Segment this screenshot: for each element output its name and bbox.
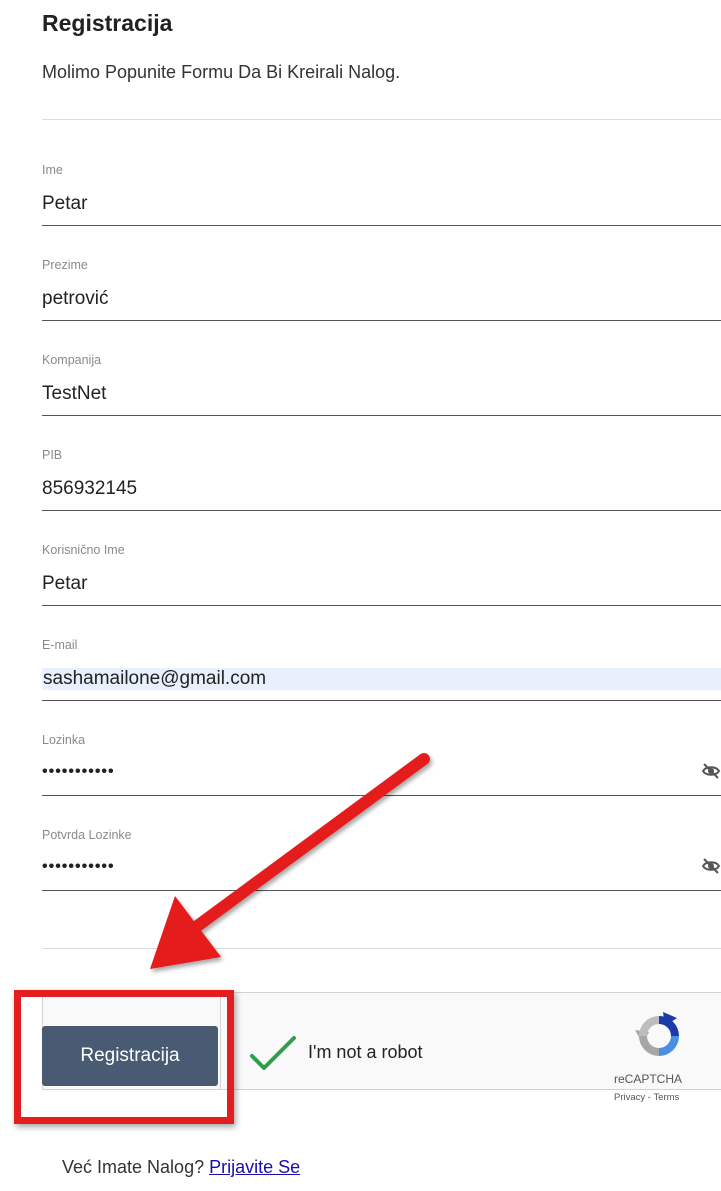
username-underline [42, 605, 721, 606]
password-input[interactable]: ••••••••••• [42, 763, 115, 781]
first-name-label: Ime [42, 163, 63, 177]
confirm-password-input[interactable]: ••••••••••• [42, 858, 115, 876]
login-link[interactable]: Prijavite Se [209, 1157, 300, 1177]
last-name-underline [42, 320, 721, 321]
email-underline [42, 700, 721, 701]
recaptcha-links: Privacy - Terms [614, 1092, 679, 1103]
page-subtitle: Molimo Popunite Formu Da Bi Kreirali Nal… [42, 62, 401, 82]
recaptcha-brand: reCAPTCHA [614, 1072, 683, 1086]
annotation-highlight-box [14, 990, 234, 1124]
page-title: Registracija [42, 10, 173, 36]
login-prompt: Već Imate Nalog? Prijavite Se [62, 1157, 300, 1178]
first-name-field[interactable]: Ime Petar [42, 163, 721, 241]
checkmark-icon[interactable] [248, 1034, 298, 1074]
company-underline [42, 415, 721, 416]
username-field[interactable]: Korisničnо Ime Petar [42, 543, 721, 621]
password-field[interactable]: Lozinka ••••••••••• [42, 733, 721, 811]
eye-slash-icon[interactable] [701, 856, 721, 876]
not-robot-label: I'm not a robot [308, 1042, 423, 1062]
pib-label: PIB [42, 448, 63, 462]
confirm-password-underline [42, 890, 721, 891]
password-underline [42, 795, 721, 796]
form-divider [42, 948, 721, 949]
first-name-underline [42, 225, 721, 226]
password-label: Lozinka [42, 733, 86, 747]
last-name-field[interactable]: Prezime petrović [42, 258, 721, 336]
confirm-password-field[interactable]: Potvrda Lozinke ••••••••••• [42, 828, 721, 906]
recaptcha-privacy-link[interactable]: Privacy [614, 1092, 645, 1103]
pib-field[interactable]: PIB 856932145 [42, 448, 721, 526]
last-name-input[interactable]: petrović [42, 288, 109, 310]
username-input[interactable]: Petar [42, 573, 87, 595]
username-label: Korisničnо Ime [42, 543, 125, 557]
company-label: Kompanija [42, 353, 102, 367]
company-input[interactable]: TestNet [42, 383, 106, 405]
header-divider [42, 119, 721, 120]
email-field[interactable]: E-mail sashamailone@gmail.com [42, 638, 721, 716]
company-field[interactable]: Kompanija TestNet [42, 353, 721, 431]
confirm-password-label: Potvrda Lozinke [42, 828, 132, 842]
email-input[interactable]: sashamailone@gmail.com [42, 668, 721, 690]
recaptcha-logo-icon [635, 1012, 679, 1056]
last-name-label: Prezime [42, 258, 88, 272]
recaptcha-terms-link[interactable]: Terms [653, 1092, 679, 1103]
eye-slash-icon[interactable] [701, 761, 721, 781]
pib-underline [42, 510, 721, 511]
email-label: E-mail [42, 638, 78, 652]
pib-input[interactable]: 856932145 [42, 478, 137, 500]
first-name-input[interactable]: Petar [42, 193, 87, 215]
login-question: Već Imate Nalog? [62, 1157, 205, 1177]
